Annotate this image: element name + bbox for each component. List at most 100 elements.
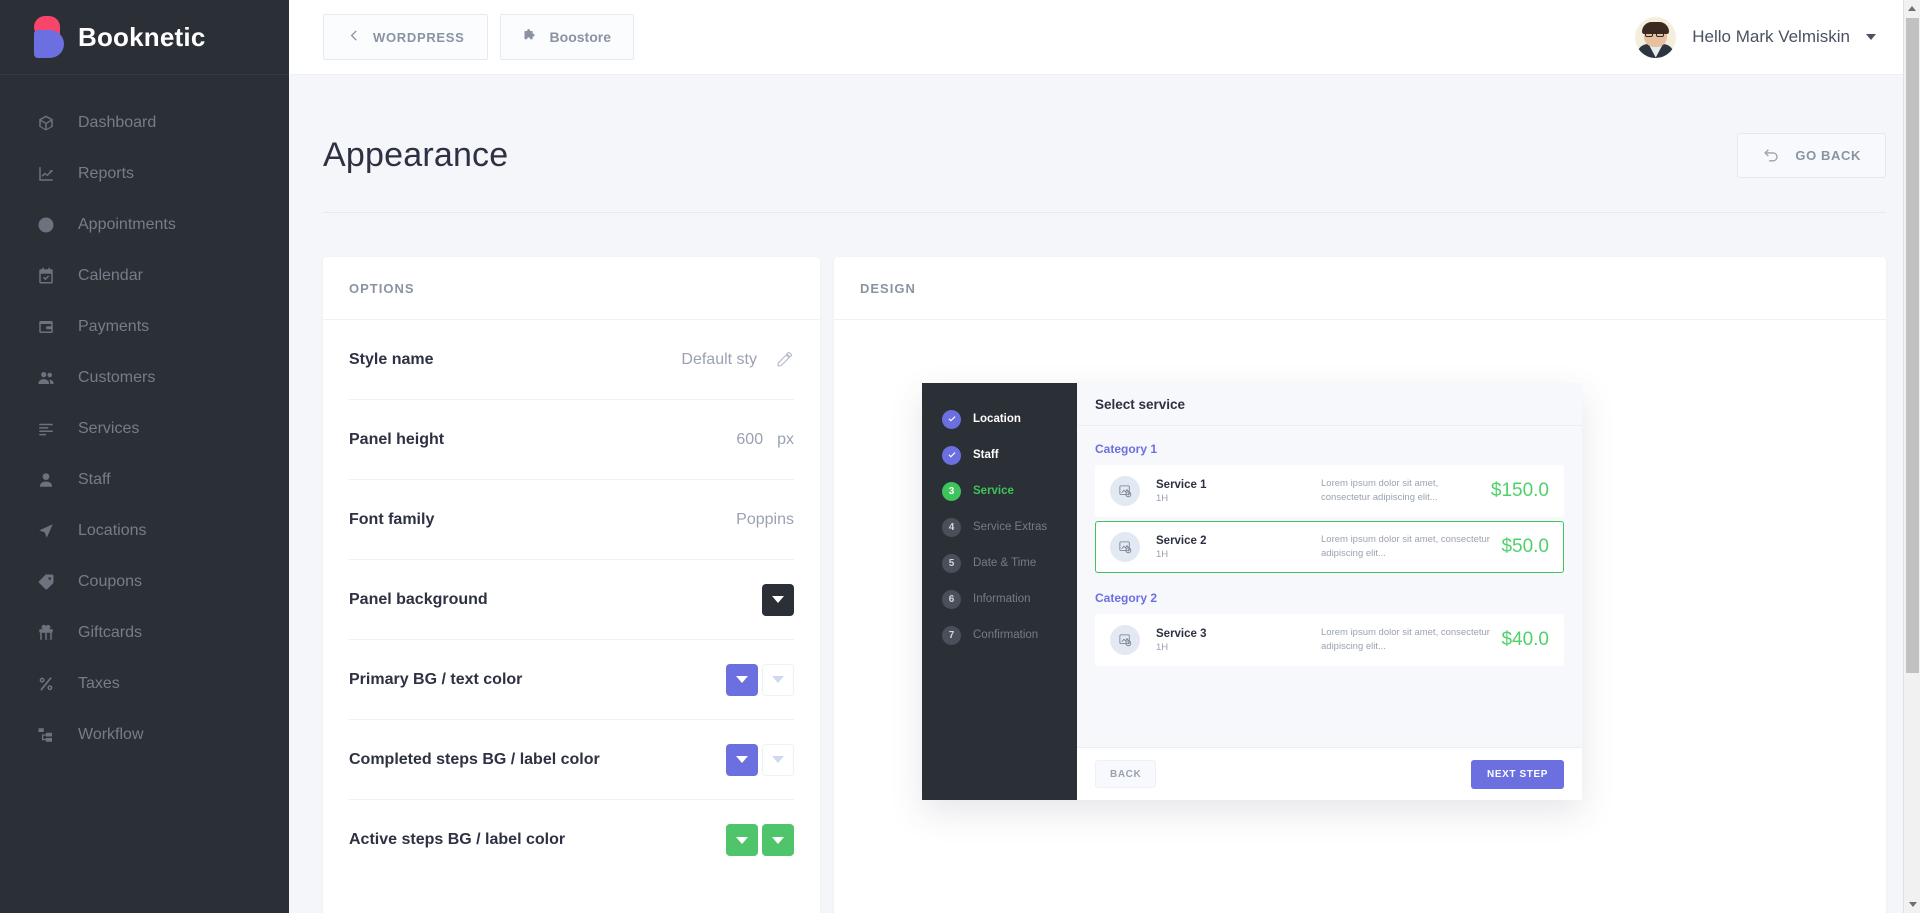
clock-icon — [36, 215, 56, 235]
widget-steps-sidebar: Location Staff 3 Service 4 Service Extras 5 Dat… — [922, 383, 1077, 800]
sidebar-item-locations[interactable]: Locations — [0, 505, 289, 556]
options-list: Style name Default sty Panel height 600 px Fo… — [323, 320, 820, 880]
chevron-down-icon[interactable] — [1866, 34, 1876, 40]
chart-icon — [36, 164, 56, 184]
design-preview-area: Location Staff 3 Service 4 Service Extras 5 Dat… — [834, 320, 1886, 913]
scroll-down-arrow-icon[interactable] — [1904, 896, 1920, 913]
color-swatch[interactable] — [726, 743, 758, 776]
sidebar-nav: Dashboard Reports Appointments Calendar Paym… — [0, 75, 289, 760]
service-description: Lorem ipsum dolor sit amet, consectetur … — [1321, 627, 1490, 652]
user-menu[interactable]: Hello Mark Velmiskin — [1635, 16, 1902, 58]
sidebar-item-calendar[interactable]: Calendar — [0, 250, 289, 301]
widget-step-label: Information — [973, 593, 1031, 605]
color-swatch[interactable] — [762, 583, 794, 616]
wordpress-button[interactable]: WORDPRESS — [323, 14, 488, 60]
chevron-down-icon — [772, 756, 784, 763]
sidebar-item-dashboard[interactable]: Dashboard — [0, 97, 289, 148]
sidebar-item-coupons[interactable]: Coupons — [0, 556, 289, 607]
sidebar-item-services[interactable]: Services — [0, 403, 289, 454]
color-swatch[interactable] — [762, 824, 794, 856]
booking-widget-preview: Location Staff 3 Service 4 Service Extras 5 Dat… — [922, 383, 1582, 800]
widget-step-confirmation[interactable]: 7 Confirmation — [922, 617, 1077, 653]
step-number-badge: 4 — [942, 517, 961, 537]
sidebar-item-label: Locations — [78, 521, 147, 539]
sidebar-item-staff[interactable]: Staff — [0, 454, 289, 505]
service-name: Service 3 — [1156, 627, 1207, 640]
step-number-badge: 5 — [942, 553, 961, 573]
sidebar-item-label: Calendar — [78, 266, 143, 284]
sidebar: Booknetic Dashboard Reports Appointments Ca… — [0, 0, 289, 913]
page-header: Appearance GO BACK — [323, 75, 1886, 178]
sidebar-item-payments[interactable]: Payments — [0, 301, 289, 352]
chevron-down-icon — [736, 836, 748, 844]
service-card[interactable]: Service 1 1H Lorem ipsum dolor sit amet, c… — [1095, 465, 1564, 517]
completed-color-swatches — [726, 743, 794, 776]
option-value[interactable]: 600 — [736, 431, 763, 449]
check-icon — [942, 445, 961, 465]
step-number-badge: 3 — [942, 481, 961, 501]
option-row: Panel height 600 px — [349, 400, 794, 480]
option-value[interactable]: Poppins — [736, 511, 794, 529]
widget-step-date-time[interactable]: 5 Date & Time — [922, 545, 1077, 581]
widget-step-label: Confirmation — [973, 629, 1039, 641]
option-row: Style name Default sty — [349, 320, 794, 400]
color-swatch[interactable] — [726, 663, 758, 696]
service-image-icon — [1110, 476, 1140, 506]
color-swatch[interactable] — [726, 824, 758, 856]
chevron-down-icon — [772, 676, 784, 683]
sidebar-item-giftcards[interactable]: Giftcards — [0, 607, 289, 658]
design-panel: DESIGN Location Staff 3 Service 4 Service Ext… — [834, 257, 1886, 913]
widget-step-location[interactable]: Location — [922, 401, 1077, 437]
chevron-down-icon — [736, 756, 748, 763]
users-icon — [36, 368, 56, 388]
widget-back-button[interactable]: BACK — [1095, 760, 1157, 788]
brand-logo[interactable]: Booknetic — [0, 0, 289, 75]
user-icon — [36, 470, 56, 490]
main-area: WORDPRESS Boostore Hello Mark Velmiskin — [289, 0, 1920, 913]
avatar — [1635, 16, 1677, 58]
widget-main: Select service Category 1 Service 1 1H Lore… — [1077, 383, 1582, 800]
chevron-down-icon — [736, 676, 748, 683]
percent-icon — [36, 674, 56, 694]
color-swatch[interactable] — [762, 743, 794, 776]
scrollbar-thumb[interactable] — [1906, 18, 1919, 673]
sidebar-item-label: Customers — [78, 368, 156, 386]
header-divider — [323, 212, 1886, 213]
service-card[interactable]: Service 2 1H Lorem ipsum dolor sit amet, c… — [1095, 521, 1564, 573]
box-icon — [36, 113, 56, 133]
widget-step-staff[interactable]: Staff — [922, 437, 1077, 473]
service-category-title: Category 2 — [1095, 591, 1158, 605]
color-swatch[interactable] — [762, 663, 794, 696]
widget-step-service[interactable]: 3 Service — [922, 473, 1077, 509]
go-back-button[interactable]: GO BACK — [1737, 133, 1886, 178]
topbar: WORDPRESS Boostore Hello Mark Velmiskin — [289, 0, 1920, 75]
sidebar-item-workflow[interactable]: Workflow — [0, 709, 289, 760]
service-image-icon — [1110, 625, 1140, 655]
widget-next-step-button[interactable]: NEXT STEP — [1471, 759, 1564, 789]
sidebar-item-customers[interactable]: Customers — [0, 352, 289, 403]
puzzle-piece-icon — [523, 28, 538, 46]
active-color-swatches — [726, 824, 794, 856]
option-label: Completed steps BG / label color — [349, 750, 600, 768]
boostore-button[interactable]: Boostore — [499, 14, 634, 60]
sidebar-item-appointments[interactable]: Appointments — [0, 199, 289, 250]
step-number-badge: 6 — [942, 589, 961, 609]
widget-step-information[interactable]: 6 Information — [922, 581, 1077, 617]
option-row: Panel background — [349, 560, 794, 640]
page-scrollbar[interactable] — [1903, 0, 1920, 913]
scroll-up-arrow-icon[interactable] — [1904, 0, 1920, 17]
sidebar-item-label: Services — [78, 419, 140, 437]
sidebar-item-label: Appointments — [78, 215, 176, 233]
service-price: $150.0 — [1490, 480, 1549, 501]
widget-step-service-extras[interactable]: 4 Service Extras — [922, 509, 1077, 545]
sidebar-item-reports[interactable]: Reports — [0, 148, 289, 199]
edit-pencil-icon[interactable] — [775, 350, 794, 369]
options-panel-header: OPTIONS — [323, 257, 820, 320]
service-duration: 1H — [1156, 641, 1169, 653]
sidebar-item-taxes[interactable]: Taxes — [0, 658, 289, 709]
service-card[interactable]: Service 3 1H Lorem ipsum dolor sit amet, c… — [1095, 614, 1564, 666]
option-label: Style name — [349, 350, 434, 368]
service-image-icon — [1110, 532, 1140, 562]
option-label: Panel height — [349, 430, 445, 448]
service-description: Lorem ipsum dolor sit amet, consectetur … — [1321, 478, 1439, 503]
